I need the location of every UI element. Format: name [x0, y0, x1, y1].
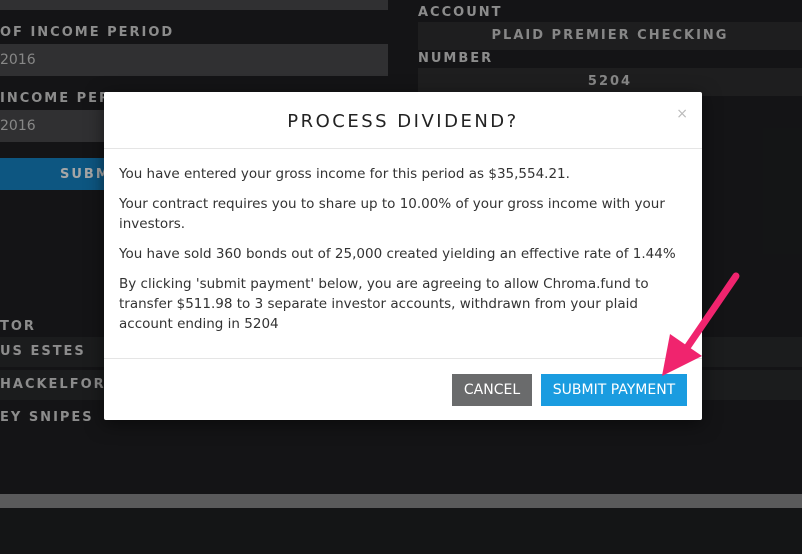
- gross-income-text: You have entered your gross income for t…: [119, 166, 570, 182]
- close-icon[interactable]: ×: [676, 106, 688, 122]
- agreement-text: By clicking 'submit payment' below, you …: [119, 276, 649, 332]
- bonds-sold-text: You have sold 360 bonds out of 25,000 cr…: [119, 246, 676, 262]
- dialog-footer: CANCEL SUBMIT PAYMENT: [104, 358, 702, 421]
- dialog-body: You have entered your gross income for t…: [119, 164, 689, 344]
- pointer-arrow-icon: [662, 272, 740, 376]
- contract-share-text: Your contract requires you to share up t…: [119, 196, 665, 232]
- cancel-button[interactable]: CANCEL: [452, 374, 532, 406]
- dialog-header: PROCESS DIVIDEND? ×: [104, 92, 702, 149]
- process-dividend-dialog: PROCESS DIVIDEND? × You have entered you…: [104, 92, 702, 420]
- dialog-title: PROCESS DIVIDEND?: [287, 111, 519, 132]
